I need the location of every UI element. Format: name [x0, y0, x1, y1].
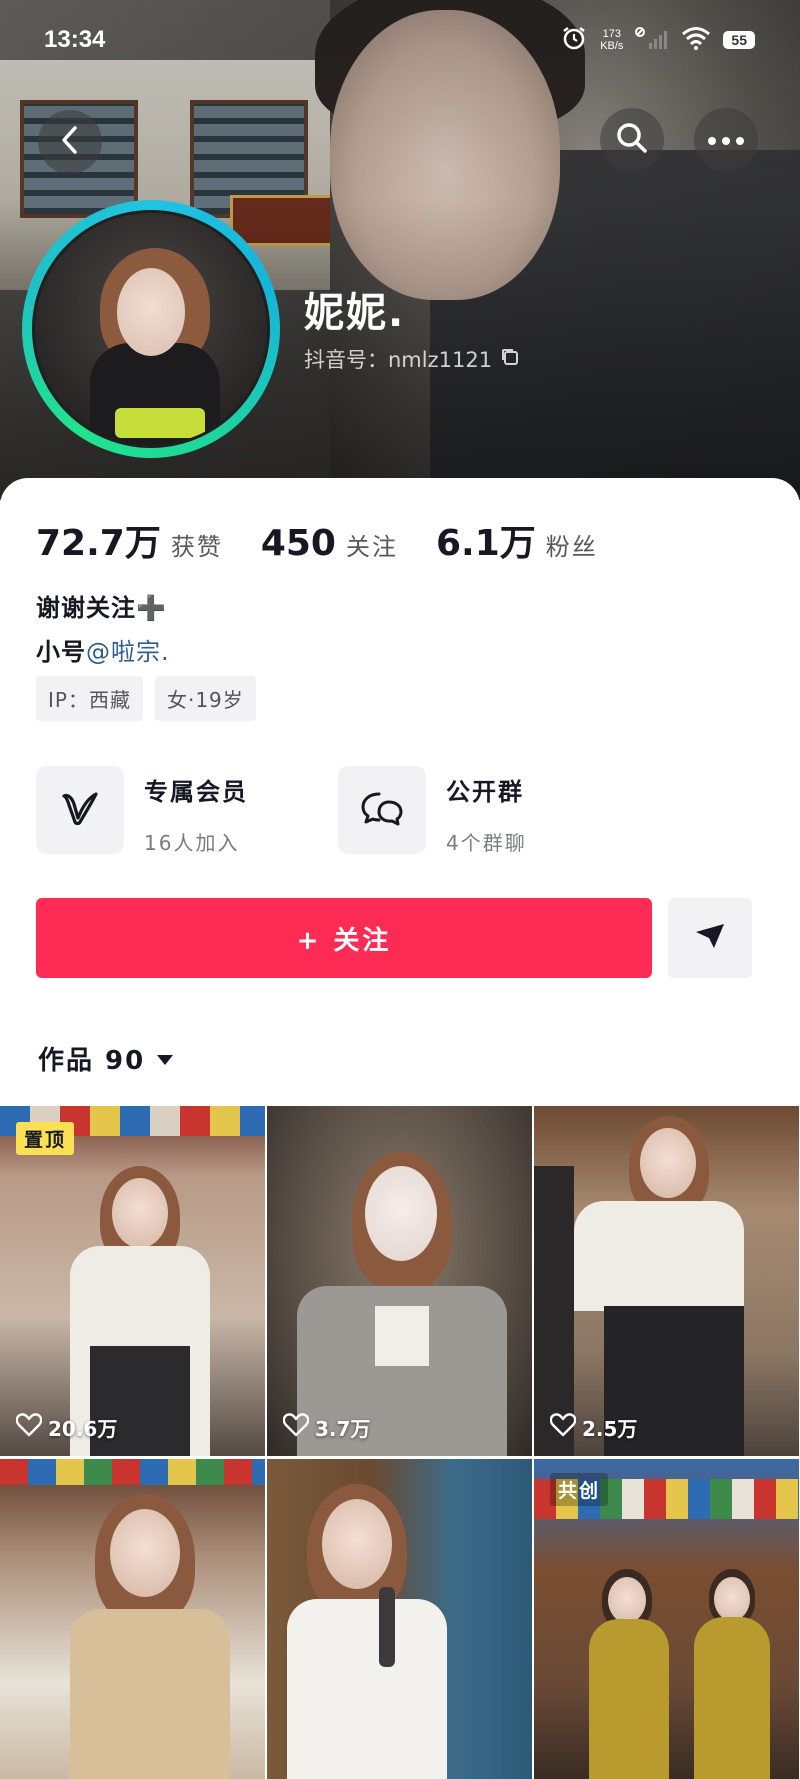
heart-icon [282, 1413, 310, 1442]
pinned-badge: 置顶 [16, 1122, 75, 1155]
battery-indicator: 55 [723, 31, 755, 49]
copy-icon[interactable] [500, 347, 520, 372]
exclusive-membership-entry[interactable]: 专属会员 16人加入 [36, 766, 248, 856]
send-arrow-icon [694, 922, 726, 954]
bio-mention-link[interactable]: @啦宗. [86, 638, 170, 666]
membership-text: 专属会员 16人加入 [144, 766, 248, 856]
stat-likes-count: 72.7万 [36, 523, 161, 564]
person-face [640, 1128, 696, 1198]
membership-subtitle: 16人加入 [144, 831, 240, 855]
stat-likes-label: 获赞 [170, 533, 223, 561]
avatar[interactable] [32, 210, 270, 448]
caret-down-icon [155, 1044, 175, 1074]
membership-v-icon [58, 788, 102, 832]
video-likes-count: 20.6万 [48, 1417, 118, 1441]
status-time: 13:34 [44, 26, 106, 53]
video-thumbnail[interactable]: 2.5万 [534, 1106, 799, 1456]
profile-name: 妮妮. [304, 290, 406, 336]
video-likes-count: 2.5万 [582, 1417, 638, 1441]
network-speed: 173 KB/s [600, 28, 623, 52]
douyin-id-row[interactable]: 抖音号：nmlz1121 [304, 344, 520, 374]
video-likes: 3.7万 [282, 1413, 371, 1442]
bio-alt-account-prefix: 小号 [36, 638, 86, 666]
avatar-leg [115, 408, 205, 438]
works-tab[interactable]: 作品 90 [38, 1040, 175, 1077]
stat-likes[interactable]: 72.7万 获赞 [36, 514, 223, 566]
stat-followers-label: 粉丝 [545, 533, 598, 561]
avatar-face [117, 268, 185, 356]
profile-tags: IP：西藏 女·19岁 [36, 676, 256, 721]
signal-icon [635, 26, 669, 54]
send-message-button[interactable] [668, 898, 752, 978]
profile-stats: 72.7万 获赞 450 关注 6.1万 粉丝 [36, 514, 636, 566]
person-face [112, 1178, 168, 1248]
status-bar: 13:34 173 KB/s 55 [0, 20, 800, 60]
video-thumbnail[interactable]: 置顶 20.6万 [0, 1106, 265, 1456]
video-thumbnail[interactable]: 3.7万 [267, 1106, 532, 1456]
video-thumbnail[interactable] [267, 1459, 532, 1779]
heart-icon [15, 1413, 43, 1442]
prayer-flags [0, 1459, 265, 1485]
group-title: 公开群 [446, 778, 524, 806]
alarm-icon [560, 24, 588, 56]
more-dots-icon [706, 131, 746, 150]
person-face [608, 1577, 646, 1623]
person-face [714, 1577, 750, 1621]
person-body [589, 1619, 669, 1779]
search-icon [614, 120, 650, 160]
person-body [694, 1617, 770, 1779]
search-button[interactable] [600, 108, 664, 172]
group-chat-icon [359, 788, 405, 832]
microphone [379, 1587, 395, 1667]
follow-button[interactable]: + 关注 [36, 898, 652, 978]
bio-line-2: 小号@啦宗. [36, 632, 170, 667]
video-likes: 2.5万 [549, 1413, 638, 1442]
person-face [110, 1509, 180, 1597]
membership-icon-box [36, 766, 124, 854]
group-text: 公开群 4个群聊 [446, 766, 527, 856]
stat-followers[interactable]: 6.1万 粉丝 [436, 514, 598, 566]
heart-icon [549, 1413, 577, 1442]
network-speed-value: 173 [602, 28, 621, 40]
person-face [365, 1166, 437, 1261]
video-thumbnail[interactable] [0, 1459, 265, 1779]
gender-age-tag: 女·19岁 [154, 676, 256, 721]
video-thumbnail[interactable]: 共创 [534, 1459, 799, 1779]
stat-following-count: 450 [260, 523, 336, 564]
works-tab-label: 作品 90 [38, 1046, 146, 1076]
video-likes: 20.6万 [15, 1413, 118, 1442]
stat-followers-count: 6.1万 [435, 523, 536, 564]
group-icon-box [338, 766, 426, 854]
bio-line-1: 谢谢关注➕ [36, 594, 167, 622]
person-body [70, 1609, 230, 1779]
douyin-id: 抖音号：nmlz1121 [304, 348, 493, 372]
person-face [322, 1499, 392, 1589]
status-icons: 173 KB/s 55 [560, 24, 755, 56]
person-body [574, 1201, 744, 1311]
chevron-left-icon [57, 125, 83, 159]
ip-location-tag: IP：西藏 [36, 676, 143, 721]
public-group-entry[interactable]: 公开群 4个群聊 [338, 766, 527, 856]
back-button[interactable] [38, 110, 102, 174]
co-creation-badge: 共创 [550, 1473, 609, 1506]
membership-title: 专属会员 [144, 778, 248, 806]
wifi-icon [681, 26, 711, 54]
network-speed-unit: KB/s [600, 40, 624, 52]
group-subtitle: 4个群聊 [446, 831, 527, 855]
profile-info-panel: 72.7万 获赞 450 关注 6.1万 粉丝 谢谢关注➕ 小号@啦宗. IP：… [0, 478, 800, 1779]
person-body [287, 1599, 447, 1779]
person-shirt [375, 1306, 429, 1366]
more-options-button[interactable] [694, 108, 758, 172]
stat-following-label: 关注 [345, 533, 398, 561]
stat-following[interactable]: 450 关注 [261, 523, 398, 564]
video-likes-count: 3.7万 [315, 1417, 371, 1441]
